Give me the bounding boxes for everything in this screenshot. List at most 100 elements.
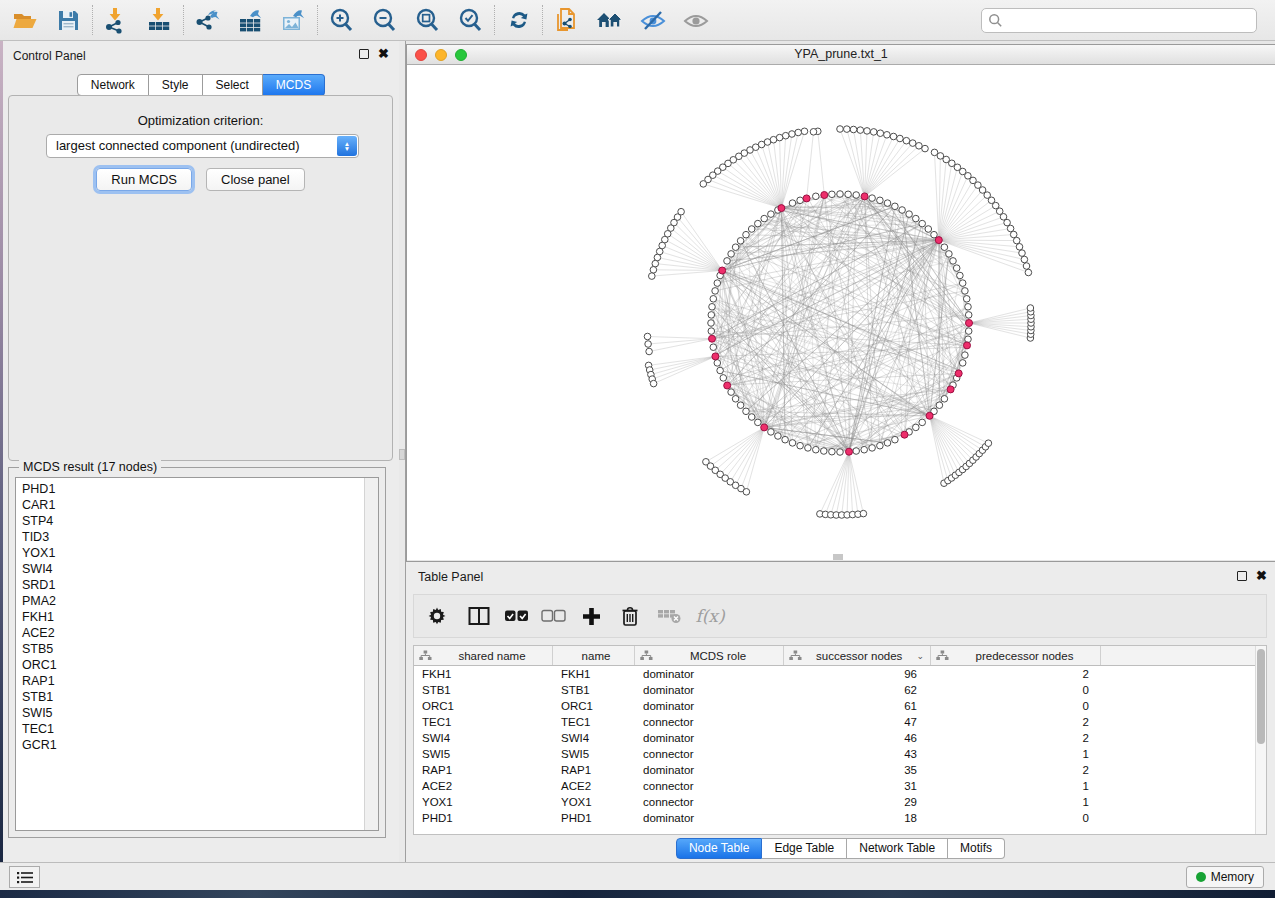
- mcds-result-item[interactable]: PMA2: [16, 593, 378, 609]
- function-builder-button[interactable]: f(x): [688, 606, 732, 626]
- search-input[interactable]: [981, 8, 1257, 33]
- tab-network[interactable]: Network: [77, 74, 149, 96]
- tab-node-table[interactable]: Node Table: [676, 838, 763, 859]
- mcds-result-item[interactable]: STP4: [16, 513, 378, 529]
- hide-all-columns-button[interactable]: [535, 609, 572, 623]
- create-column-button[interactable]: [572, 607, 610, 626]
- table-row[interactable]: FKH1FKH1dominator962: [414, 666, 1255, 682]
- export-network-button[interactable]: [186, 2, 229, 38]
- zoom-fit-button[interactable]: [406, 2, 449, 38]
- column-header-MCDS-role[interactable]: MCDS role: [635, 646, 784, 665]
- table-row[interactable]: SWI4SWI4dominator462: [414, 730, 1255, 746]
- network-scrollbar-grip[interactable]: [833, 554, 843, 560]
- open-session-button[interactable]: [4, 2, 47, 38]
- mcds-result-item[interactable]: STB1: [16, 689, 378, 705]
- cell-MCDS-role: dominator: [635, 730, 784, 746]
- mcds-result-item[interactable]: TEC1: [16, 721, 378, 737]
- vertical-splitter[interactable]: [399, 41, 406, 862]
- mcds-result-item[interactable]: PHD1: [16, 481, 378, 497]
- export-image-button[interactable]: [272, 2, 315, 38]
- mcds-result-item[interactable]: ACE2: [16, 625, 378, 641]
- network-window-titlebar[interactable]: YPA_prune.txt_1: [407, 45, 1275, 65]
- close-panel-icon[interactable]: ✖: [378, 49, 389, 59]
- export-table-icon: [237, 7, 264, 34]
- network-window-title: YPA_prune.txt_1: [794, 47, 888, 61]
- network-canvas[interactable]: [407, 65, 1275, 560]
- cell-shared-name: SWI5: [414, 746, 553, 762]
- mcds-result-item[interactable]: SRD1: [16, 577, 378, 593]
- cell-name: YOX1: [553, 794, 635, 810]
- hide-selected-button[interactable]: [631, 2, 674, 38]
- zoom-out-button[interactable]: [363, 2, 406, 38]
- tab-select[interactable]: Select: [203, 74, 263, 96]
- zoom-selected-button[interactable]: [449, 2, 492, 38]
- table-scrollbar-thumb[interactable]: [1257, 649, 1265, 744]
- column-header-predecessor-nodes[interactable]: predecessor nodes: [931, 646, 1101, 665]
- tab-network-table[interactable]: Network Table: [847, 838, 948, 859]
- table-row[interactable]: ORC1ORC1dominator610: [414, 698, 1255, 714]
- table-scrollbar[interactable]: [1255, 646, 1266, 834]
- save-session-button[interactable]: [47, 2, 90, 38]
- export-table-button[interactable]: [229, 2, 272, 38]
- split-view-button[interactable]: [460, 606, 498, 626]
- cell-shared-name: FKH1: [414, 666, 553, 682]
- show-all-button[interactable]: [674, 2, 717, 38]
- toolbar-separator: [317, 5, 318, 35]
- column-tree-icon: [936, 650, 949, 661]
- tab-style[interactable]: Style: [149, 74, 203, 96]
- cell-successor-nodes: 18: [784, 810, 931, 826]
- minimize-window-icon[interactable]: [435, 49, 447, 61]
- delete-table-button[interactable]: [649, 608, 688, 624]
- tab-motifs[interactable]: Motifs: [948, 838, 1005, 859]
- table-row[interactable]: YOX1YOX1connector291: [414, 794, 1255, 810]
- zoom-in-button[interactable]: [320, 2, 363, 38]
- splitter-grip[interactable]: [399, 449, 405, 460]
- import-table-button[interactable]: [138, 2, 181, 38]
- mcds-result-item[interactable]: CAR1: [16, 497, 378, 513]
- mcds-result-item[interactable]: STB5: [16, 641, 378, 657]
- show-all-columns-button[interactable]: [498, 609, 535, 623]
- table-settings-button[interactable]: [414, 606, 460, 626]
- run-mcds-button[interactable]: Run MCDS: [96, 168, 192, 191]
- import-network-button[interactable]: [95, 2, 138, 38]
- neighbors-button[interactable]: [588, 2, 631, 38]
- mcds-result-item[interactable]: SWI4: [16, 561, 378, 577]
- mcds-list-scrollbar[interactable]: [364, 478, 378, 830]
- table-row[interactable]: STB1STB1dominator620: [414, 682, 1255, 698]
- delete-column-button[interactable]: [610, 606, 649, 626]
- close-window-icon[interactable]: [415, 49, 427, 61]
- new-network-from-selection-button[interactable]: [545, 2, 588, 38]
- table-row[interactable]: RAP1RAP1dominator352: [414, 762, 1255, 778]
- mcds-result-item[interactable]: GCR1: [16, 737, 378, 753]
- float-panel-icon[interactable]: [359, 49, 369, 59]
- table-row[interactable]: TEC1TEC1connector472: [414, 714, 1255, 730]
- close-panel-button[interactable]: Close panel: [206, 168, 305, 191]
- table-row[interactable]: ACE2ACE2connector311: [414, 778, 1255, 794]
- close-panel-icon[interactable]: ✖: [1256, 571, 1267, 581]
- mcds-result-item[interactable]: TID3: [16, 529, 378, 545]
- table-row[interactable]: SWI5SWI5connector431: [414, 746, 1255, 762]
- mcds-result-item[interactable]: RAP1: [16, 673, 378, 689]
- mcds-result-item[interactable]: FKH1: [16, 609, 378, 625]
- delete-table-icon: [657, 608, 681, 624]
- optimization-criterion-select[interactable]: largest connected component (undirected)…: [46, 134, 359, 158]
- column-header-successor-nodes[interactable]: successor nodes⌄: [784, 646, 931, 665]
- toolbar-separator: [494, 5, 495, 35]
- tab-mcds[interactable]: MCDS: [263, 74, 325, 96]
- tab-edge-table[interactable]: Edge Table: [762, 838, 847, 859]
- column-header-shared-name[interactable]: shared name: [414, 646, 553, 665]
- memory-button[interactable]: Memory: [1186, 866, 1264, 888]
- float-panel-icon[interactable]: [1237, 571, 1247, 581]
- column-header-name[interactable]: name: [553, 646, 635, 665]
- mcds-result-item[interactable]: YOX1: [16, 545, 378, 561]
- cell-name: SWI4: [553, 730, 635, 746]
- mcds-result-item[interactable]: ORC1: [16, 657, 378, 673]
- mcds-result-list[interactable]: PHD1CAR1STP4TID3YOX1SWI4SRD1PMA2FKH1ACE2…: [15, 477, 379, 831]
- mcds-result-box: MCDS result (17 nodes) PHD1CAR1STP4TID3Y…: [8, 467, 386, 838]
- maximize-window-icon[interactable]: [455, 49, 467, 61]
- mcds-result-item[interactable]: SWI5: [16, 705, 378, 721]
- table-row[interactable]: PHD1PHD1dominator180: [414, 810, 1255, 826]
- refresh-button[interactable]: [497, 2, 540, 38]
- task-history-button[interactable]: [9, 866, 40, 888]
- cell-predecessor-nodes: 2: [931, 730, 1101, 746]
